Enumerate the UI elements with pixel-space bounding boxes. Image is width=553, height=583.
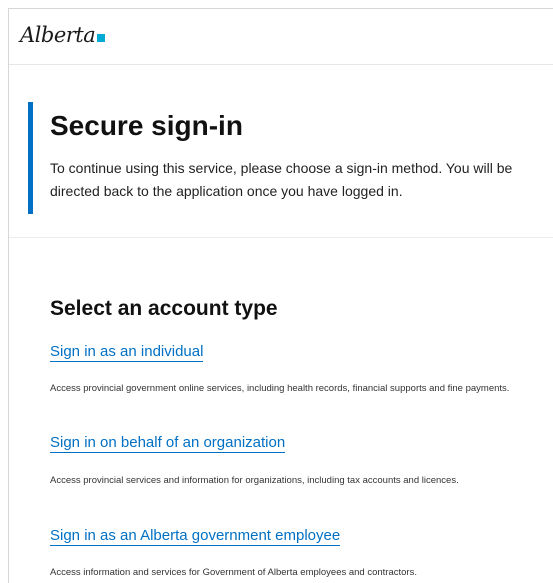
organization-description: Access provincial services and informati… [50, 475, 459, 486]
page-title: Secure sign-in [50, 110, 243, 141]
section-divider [9, 237, 553, 238]
individual-description: Access provincial government online serv… [50, 383, 510, 394]
account-type-heading: Select an account type [50, 297, 278, 320]
sign-in-organization-link[interactable]: Sign in on behalf of an organization [50, 434, 286, 453]
government-employee-description: Access information and services for Gove… [50, 567, 417, 578]
sign-in-government-employee-link[interactable]: Sign in as an Alberta government employe… [50, 527, 341, 546]
page-description: To continue using this service, please c… [50, 160, 513, 199]
alberta-logo[interactable]: Alberta [20, 23, 106, 47]
callout-accent-bar [28, 102, 33, 214]
site-header: Alberta [9, 9, 553, 65]
sign-in-callout: Secure sign-in To continue using this se… [28, 102, 553, 214]
sign-in-individual-link[interactable]: Sign in as an individual [50, 343, 204, 362]
logo-wordmark: Alberta [20, 23, 96, 47]
page-frame: Alberta Secure sign-in To continue using… [8, 8, 553, 583]
logo-square-icon [97, 34, 106, 42]
